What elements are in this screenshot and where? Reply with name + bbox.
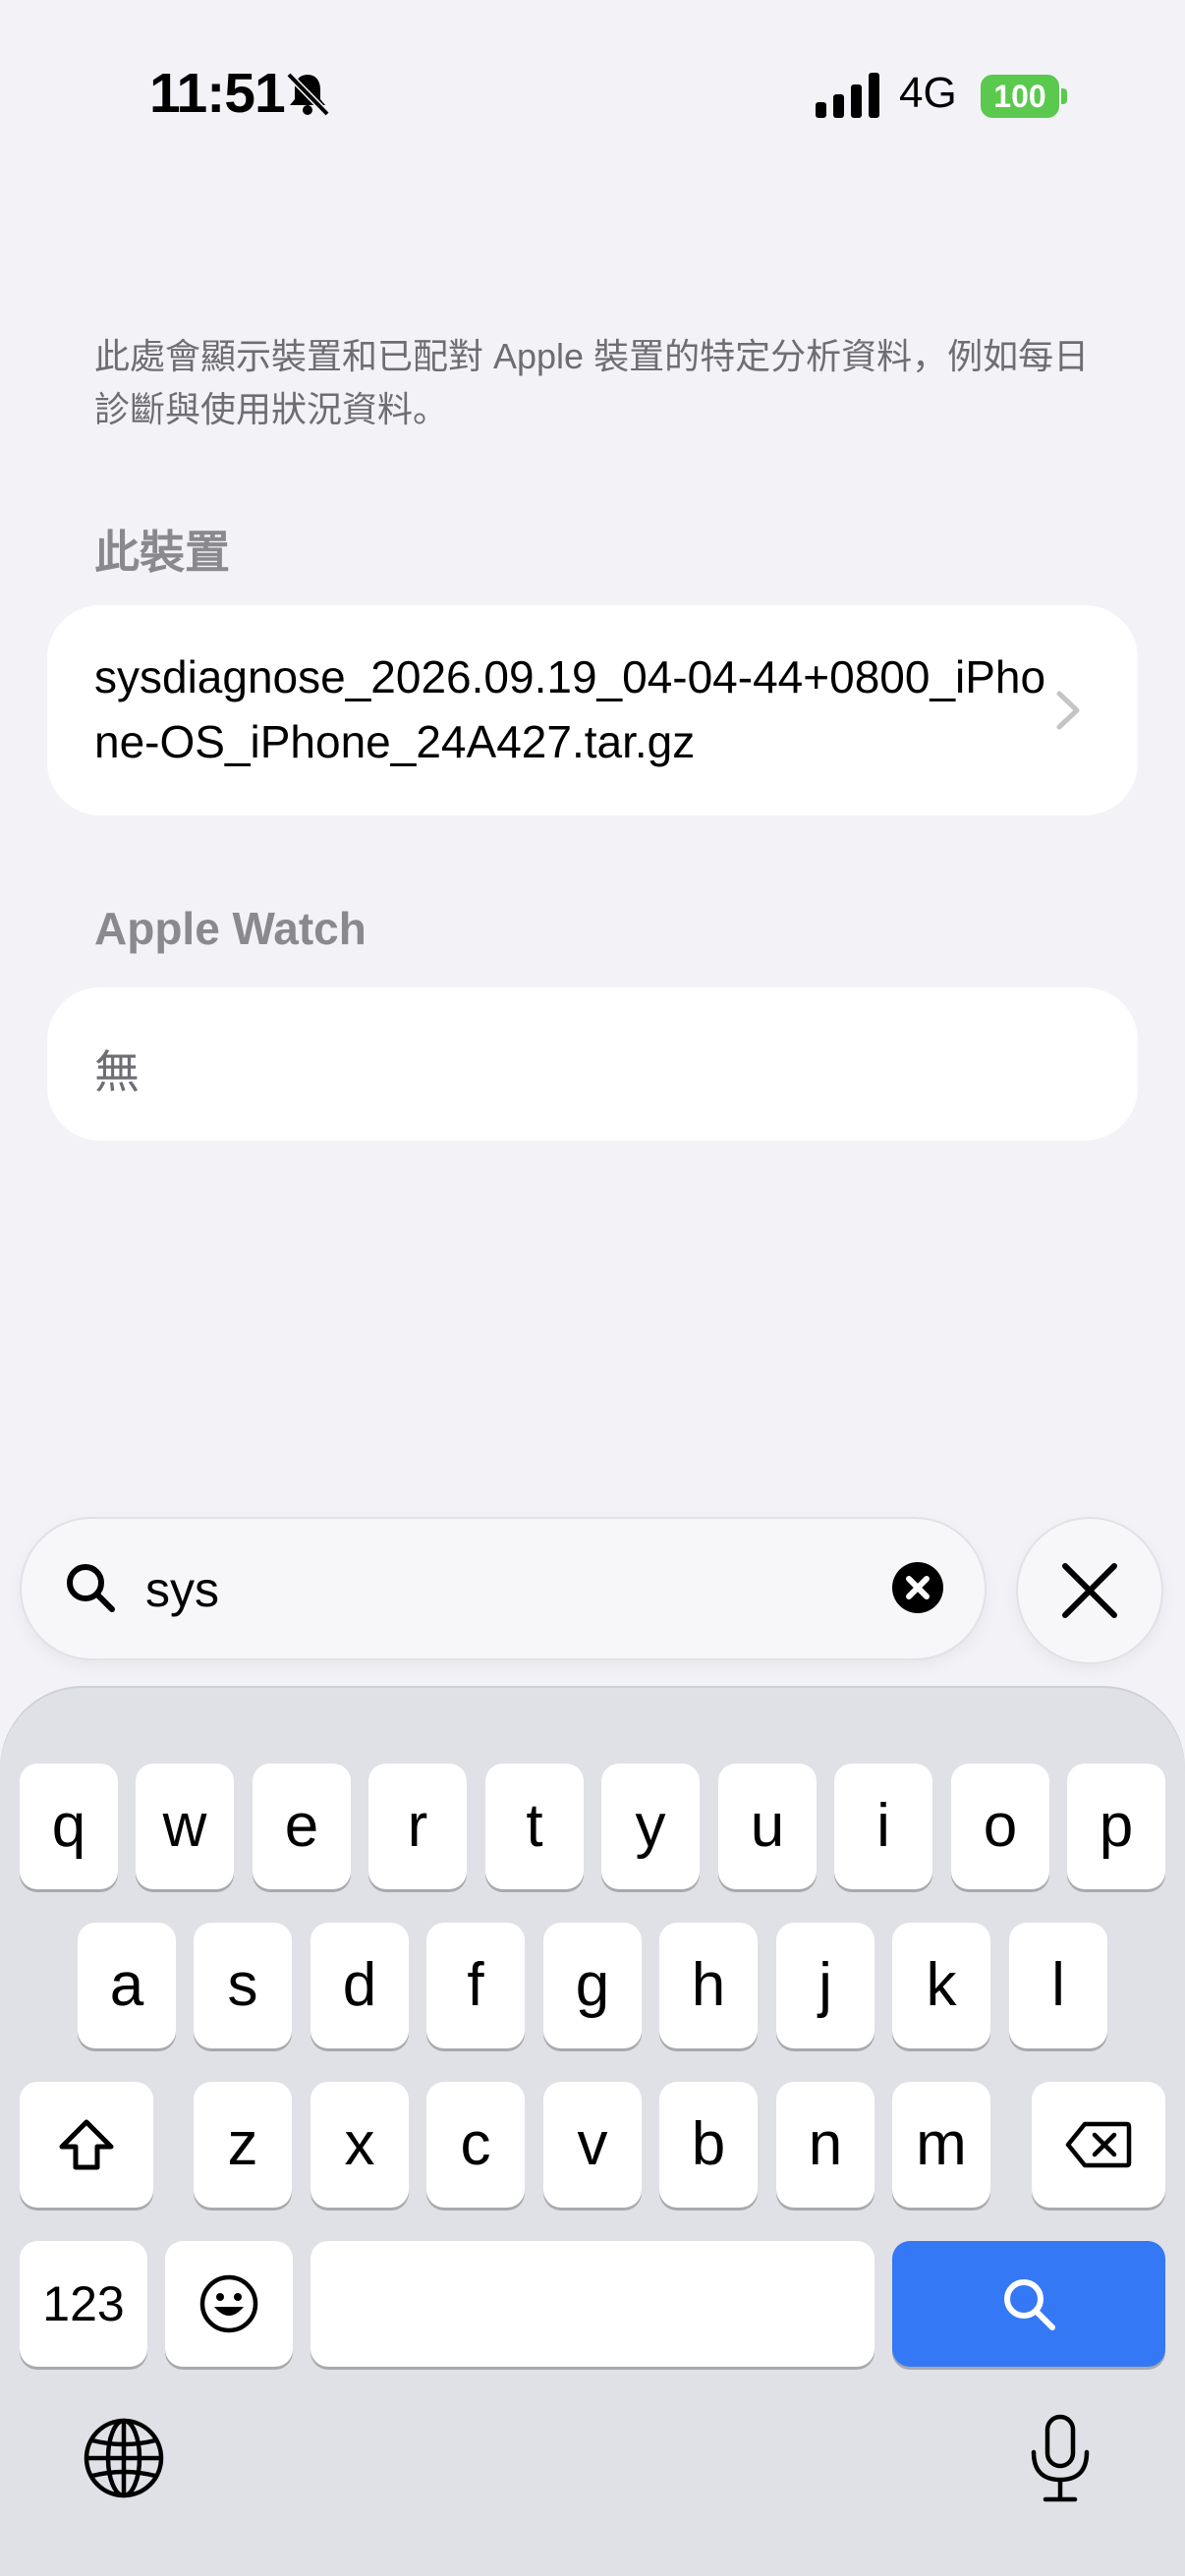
key-x[interactable]: x [310,2082,409,2208]
numbers-key[interactable]: 123 [20,2241,147,2367]
status-bar: 11:51 4G 100 [0,0,1185,187]
search-field[interactable] [22,1519,985,1658]
key-a[interactable]: a [78,1923,176,2048]
key-r[interactable]: r [368,1764,467,1889]
delete-key[interactable] [1032,2082,1165,2208]
key-l[interactable]: l [1009,1923,1107,2048]
microphone-icon[interactable] [1026,2413,1095,2503]
file-name: sysdiagnose_2026.09.19_04-04-44+0800_iPh… [94,651,1046,767]
shift-key[interactable] [20,2082,153,2208]
key-s[interactable]: s [194,1923,292,2048]
key-g[interactable]: g [543,1923,642,2048]
search-icon [67,1564,115,1612]
key-t[interactable]: t [485,1764,584,1889]
chevron-right-icon [1056,691,1080,730]
key-e[interactable]: e [253,1764,351,1889]
section-title-apple-watch: Apple Watch [94,903,367,954]
key-n[interactable]: n [776,2082,875,2208]
key-o[interactable]: o [951,1764,1049,1889]
key-u[interactable]: u [718,1764,817,1889]
key-j[interactable]: j [776,1923,875,2048]
emoji-icon [199,2274,258,2333]
key-v[interactable]: v [543,2082,642,2208]
network-type: 4G [899,69,957,117]
shift-icon [59,2119,114,2170]
key-z[interactable]: z [194,2082,292,2208]
key-h[interactable]: h [659,1923,758,2048]
key-f[interactable]: f [426,1923,525,2048]
key-p[interactable]: p [1067,1764,1165,1889]
apple-watch-card: 無 [47,987,1138,1141]
space-key[interactable] [310,2241,875,2367]
key-c[interactable]: c [426,2082,525,2208]
key-y[interactable]: y [601,1764,700,1889]
search-input[interactable] [143,1560,894,1619]
analytics-file-row[interactable]: sysdiagnose_2026.09.19_04-04-44+0800_iPh… [47,605,1138,815]
status-time: 11:51 [149,62,286,125]
close-icon [1062,1563,1117,1618]
key-w[interactable]: w [136,1764,234,1889]
key-b[interactable]: b [659,2082,758,2208]
cancel-search-button[interactable] [1018,1519,1161,1662]
key-k[interactable]: k [892,1923,990,2048]
key-i[interactable]: i [834,1764,932,1889]
search-key[interactable] [892,2241,1165,2367]
key-q[interactable]: q [20,1764,118,1889]
analytics-description: 此處會顯示裝置和已配對 Apple 裝置的特定分析資料，例如每日診斷與使用狀況資… [94,336,1090,429]
battery-icon: 100 [981,75,1069,118]
battery-level: 100 [981,75,1059,118]
key-m[interactable]: m [892,2082,990,2208]
empty-text: 無 [94,1046,140,1097]
emoji-key[interactable] [165,2241,293,2367]
cellular-signal-icon [816,73,879,118]
globe-icon[interactable] [83,2417,165,2499]
silent-bell-icon [286,72,330,117]
clear-search-icon[interactable] [890,1560,945,1615]
section-title-this-device: 此裝置 [94,527,230,578]
battery-cap [1061,88,1067,104]
search-icon [1004,2279,1055,2330]
backspace-icon [1065,2121,1132,2168]
key-d[interactable]: d [310,1923,409,2048]
